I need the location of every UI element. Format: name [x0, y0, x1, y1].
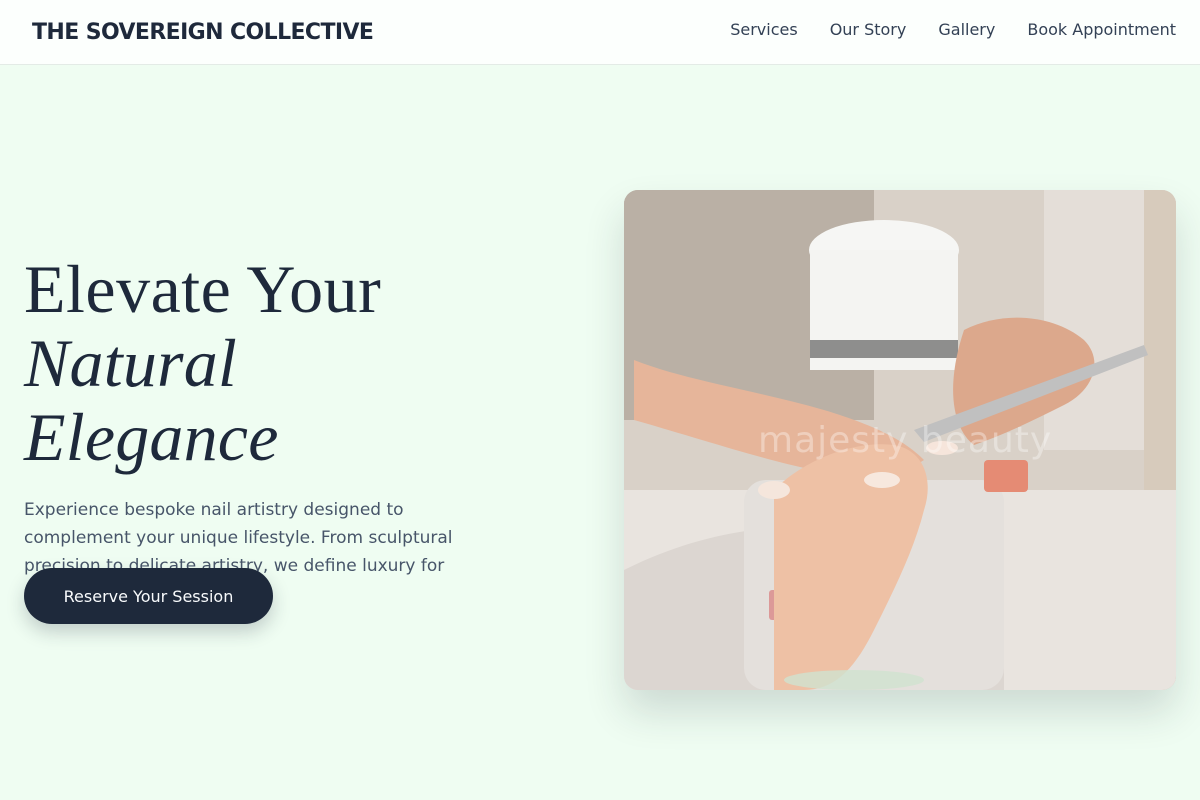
- brand-logo[interactable]: THE SOVEREIGN COLLECTIVE: [32, 20, 374, 45]
- hero-content: Elevate Your Natural Elegance Experience…: [24, 252, 494, 608]
- reserve-session-button[interactable]: Reserve Your Session: [24, 568, 273, 624]
- main-nav: Services Our Story Gallery Book Appointm…: [730, 20, 1176, 39]
- hero-headline-line2: Natural Elegance: [24, 325, 279, 475]
- nav-link-our-story[interactable]: Our Story: [830, 20, 907, 39]
- nav-link-services[interactable]: Services: [730, 20, 797, 39]
- hero-headline: Elevate Your Natural Elegance: [24, 252, 494, 474]
- hero-headline-line1: Elevate Your: [24, 251, 382, 327]
- nav-link-book-appointment[interactable]: Book Appointment: [1027, 20, 1176, 39]
- site-header: THE SOVEREIGN COLLECTIVE Services Our St…: [0, 0, 1200, 65]
- nav-link-gallery[interactable]: Gallery: [938, 20, 995, 39]
- image-watermark: majesty beauty: [758, 420, 1053, 461]
